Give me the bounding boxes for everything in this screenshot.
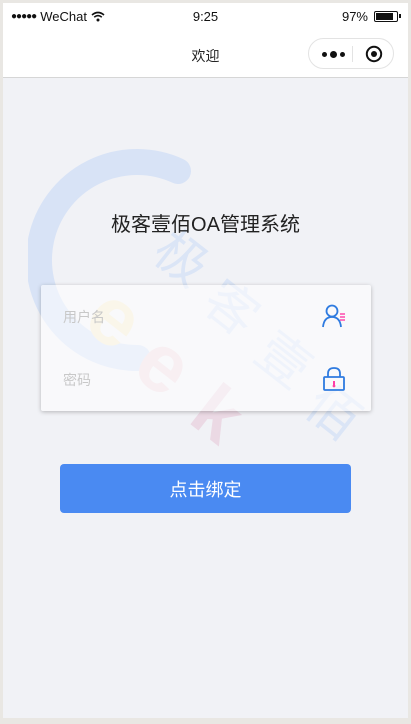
username-input[interactable] <box>61 303 305 331</box>
app-title: 极客壹佰OA管理系统 <box>111 214 300 236</box>
miniprogram-capsule <box>308 38 394 69</box>
user-icon <box>322 304 345 328</box>
username-field <box>41 285 371 348</box>
password-input[interactable] <box>61 366 305 394</box>
battery-icon <box>374 11 401 22</box>
bind-button[interactable]: 点击绑定 <box>60 464 351 513</box>
nav-bar: 欢迎 <box>3 30 408 78</box>
more-menu-icon[interactable] <box>318 45 348 63</box>
close-miniprogram-icon[interactable] <box>365 45 383 63</box>
password-field <box>41 348 371 411</box>
lock-icon <box>323 367 345 391</box>
login-form <box>41 285 371 411</box>
capsule-divider <box>352 46 353 62</box>
status-right: 97% <box>341 9 401 24</box>
phone-screen: ●●●●● WeChat 9:25 97% 欢迎 e e k <box>3 3 408 718</box>
battery-percent: 97% <box>341 9 368 24</box>
status-bar: ●●●●● WeChat 9:25 97% <box>3 3 408 30</box>
